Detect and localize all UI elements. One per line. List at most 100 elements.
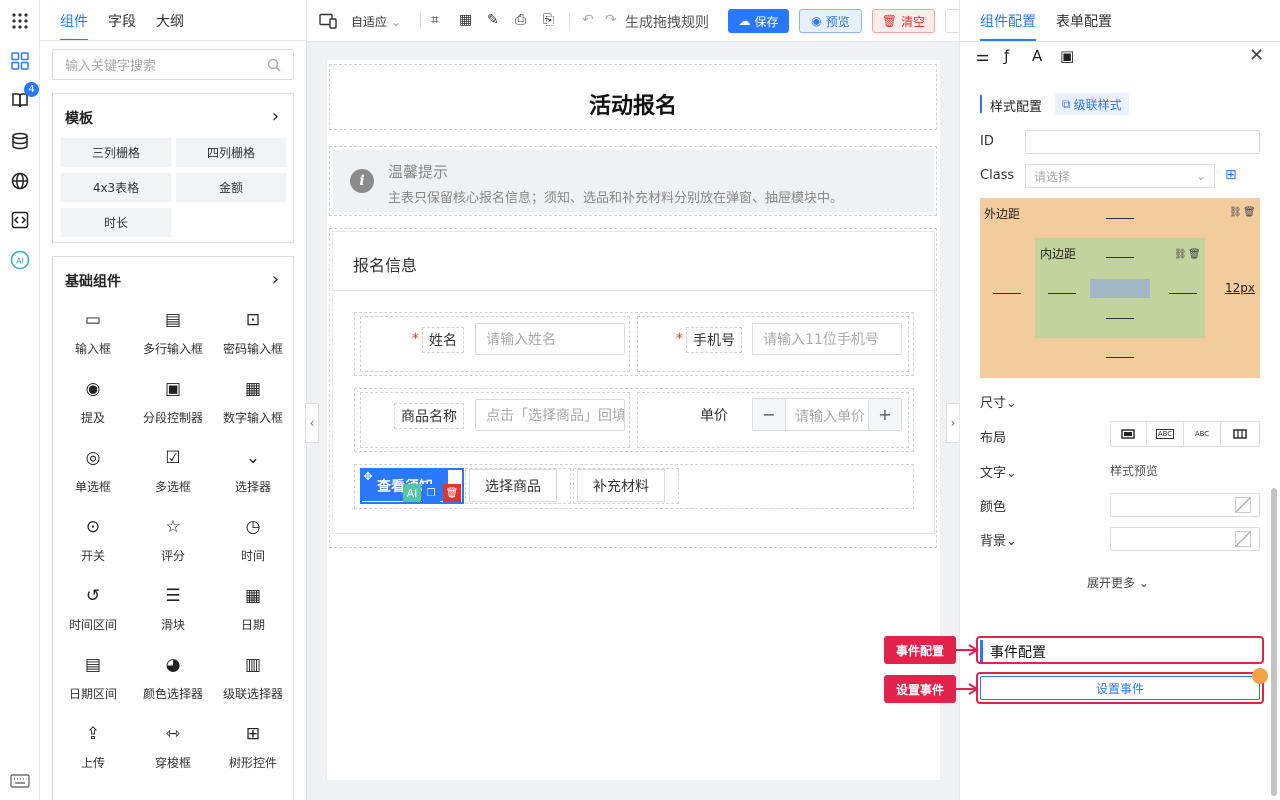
component-number[interactable]: ▦ 数字输入框 bbox=[213, 378, 293, 426]
padding-bottom-value[interactable] bbox=[1106, 318, 1134, 319]
component-cascader[interactable]: ▥ 级联选择器 bbox=[213, 654, 293, 702]
tab-outline[interactable]: 大纲 bbox=[156, 11, 184, 41]
padding-top-value[interactable] bbox=[1106, 257, 1134, 258]
device-icon[interactable] bbox=[319, 13, 337, 29]
name-input[interactable]: 请输入姓名 bbox=[475, 323, 625, 355]
padding-right-value[interactable] bbox=[1169, 293, 1197, 294]
trash-icon[interactable]: 🗑 bbox=[1188, 249, 1201, 260]
id-input[interactable] bbox=[1025, 130, 1260, 154]
link-icon[interactable]: ⛓ bbox=[1229, 207, 1242, 218]
components-icon[interactable] bbox=[9, 50, 31, 72]
color-input[interactable] bbox=[1110, 493, 1260, 517]
tab-fields[interactable]: 字段 bbox=[108, 11, 136, 41]
trash-icon[interactable]: 🗑 bbox=[1243, 207, 1256, 218]
color-swatch-icon[interactable] bbox=[1235, 497, 1251, 513]
chevron-right-icon[interactable]: › bbox=[272, 269, 279, 290]
code-icon[interactable] bbox=[9, 209, 31, 231]
component-select[interactable]: ⌄ 选择器 bbox=[213, 447, 293, 495]
layout-inline-block-icon[interactable]: ABC bbox=[1147, 421, 1184, 447]
template-item[interactable]: 时长 bbox=[61, 208, 171, 237]
color-swatch-icon[interactable] bbox=[1235, 531, 1251, 547]
frame-icon[interactable]: ⌗ bbox=[431, 12, 439, 28]
bg-input[interactable] bbox=[1110, 527, 1260, 551]
margin-top-value[interactable] bbox=[1106, 218, 1134, 219]
script-icon[interactable]: ▣ bbox=[1060, 47, 1074, 65]
link-icon[interactable]: ⛓ bbox=[1174, 249, 1187, 260]
component-color-picker[interactable]: ◕ 颜色选择器 bbox=[133, 654, 213, 702]
margin-right-value[interactable]: 12px bbox=[1225, 281, 1255, 295]
component-input[interactable]: ▭ 输入框 bbox=[53, 309, 133, 357]
clear-button[interactable]: 🗑 清空 bbox=[872, 9, 935, 33]
select-product-button[interactable]: 选择商品 bbox=[469, 469, 557, 502]
padding-left-value[interactable] bbox=[1048, 293, 1076, 294]
redo-icon[interactable]: ↷ bbox=[605, 12, 617, 28]
layout-block-icon[interactable] bbox=[1110, 421, 1147, 447]
component-date[interactable]: ▦ 日期 bbox=[213, 585, 293, 633]
component-radio[interactable]: ◎ 单选框 bbox=[53, 447, 133, 495]
component-segmented[interactable]: ▣ 分段控制器 bbox=[133, 378, 213, 426]
tab-form-config[interactable]: 表单配置 bbox=[1056, 11, 1112, 41]
grid-icon[interactable]: ▦ bbox=[459, 12, 472, 28]
product-input[interactable]: 点击「选择商品」回填 bbox=[475, 399, 625, 431]
component-rate[interactable]: ☆ 评分 bbox=[133, 516, 213, 564]
margin-bottom-value[interactable] bbox=[1106, 357, 1134, 358]
ai-icon[interactable]: AI bbox=[9, 249, 31, 271]
supplement-material-button[interactable]: 补充材料 bbox=[577, 469, 665, 502]
component-transfer[interactable]: ⇿ 穿梭框 bbox=[133, 723, 213, 771]
component-search-input[interactable]: 输入关键字搜索 bbox=[52, 49, 294, 80]
phone-input[interactable]: 请输入11位手机号 bbox=[752, 323, 902, 355]
tab-components[interactable]: 组件 bbox=[60, 11, 88, 41]
copy-icon[interactable]: ❐ bbox=[422, 484, 440, 502]
sliders-icon[interactable]: ⚌ bbox=[976, 47, 989, 65]
text-style-icon[interactable]: A bbox=[1032, 47, 1042, 65]
adapt-select[interactable]: 自适应 ⌄ bbox=[351, 13, 401, 30]
scrollbar-thumb[interactable] bbox=[1271, 488, 1277, 796]
component-tree[interactable]: ⊞ 树形控件 bbox=[213, 723, 293, 771]
function-icon[interactable]: ƒ bbox=[1004, 47, 1009, 65]
edit-icon[interactable]: ✎ bbox=[487, 12, 499, 28]
tab-component-config[interactable]: 组件配置 bbox=[980, 11, 1036, 41]
preview-button[interactable]: ◉ 预览 bbox=[799, 9, 862, 33]
cascade-style-button[interactable]: ⧉ 级联样式 bbox=[1055, 93, 1129, 115]
margin-left-value[interactable] bbox=[993, 293, 1021, 294]
component-time-range[interactable]: ↺ 时间区间 bbox=[53, 585, 133, 633]
layout-flex-icon[interactable] bbox=[1221, 421, 1258, 447]
component-switch[interactable]: ⊙ 开关 bbox=[53, 516, 133, 564]
collapse-left-button[interactable]: ‹ bbox=[305, 403, 319, 443]
component-upload[interactable]: ⇪ 上传 bbox=[53, 723, 133, 771]
move-icon[interactable]: ✥ bbox=[360, 468, 376, 484]
component-slider[interactable]: ☰ 滑块 bbox=[133, 585, 213, 633]
collapse-right-button[interactable]: › bbox=[946, 403, 960, 443]
component-checkbox[interactable]: ☑ 多选框 bbox=[133, 447, 213, 495]
template-item[interactable]: 四列栅格 bbox=[176, 138, 286, 167]
generate-drag-rule-button[interactable]: 生成拖拽规则 bbox=[625, 12, 709, 32]
size-toggle[interactable]: 尺寸⌄ bbox=[980, 392, 1017, 411]
save-button[interactable]: ☁ 保存 bbox=[728, 9, 789, 33]
chevron-right-icon[interactable]: › bbox=[272, 106, 279, 127]
component-password[interactable]: ⊡ 密码输入框 bbox=[213, 309, 293, 357]
template-item[interactable]: 三列栅格 bbox=[61, 138, 171, 167]
price-input[interactable]: − 请输入单价 + bbox=[752, 398, 902, 431]
text-toggle[interactable]: 文字⌄ bbox=[980, 462, 1017, 481]
plus-button[interactable]: + bbox=[868, 399, 901, 430]
expand-more-button[interactable]: 展开更多 ⌄ bbox=[1087, 574, 1149, 591]
bg-toggle[interactable]: 背景⌄ bbox=[980, 530, 1017, 549]
class-select[interactable]: 请选择 ⌄ bbox=[1025, 164, 1215, 188]
template-item[interactable]: 4x3表格 bbox=[61, 173, 171, 202]
print-icon[interactable]: ⎙ bbox=[515, 12, 526, 28]
template-item[interactable]: 金额 bbox=[176, 173, 286, 202]
undo-icon[interactable]: ↶ bbox=[582, 12, 594, 28]
globe-icon[interactable] bbox=[9, 170, 31, 192]
component-textarea[interactable]: ▤ 多行输入框 bbox=[133, 309, 213, 357]
export-icon[interactable]: ⎘ bbox=[543, 12, 554, 28]
keyboard-icon[interactable] bbox=[9, 770, 31, 792]
component-mention[interactable]: ◉ 提及 bbox=[53, 378, 133, 426]
more-button[interactable] bbox=[945, 9, 959, 33]
minus-button[interactable]: − bbox=[753, 399, 786, 430]
database-icon[interactable] bbox=[9, 130, 31, 152]
component-time[interactable]: ◷ 时间 bbox=[213, 516, 293, 564]
class-manage-icon[interactable]: ⊞ bbox=[1225, 167, 1237, 183]
component-date-range[interactable]: ▤ 日期区间 bbox=[53, 654, 133, 702]
apps-grid-icon[interactable] bbox=[9, 10, 31, 32]
delete-icon[interactable]: 🗑 bbox=[443, 484, 461, 502]
